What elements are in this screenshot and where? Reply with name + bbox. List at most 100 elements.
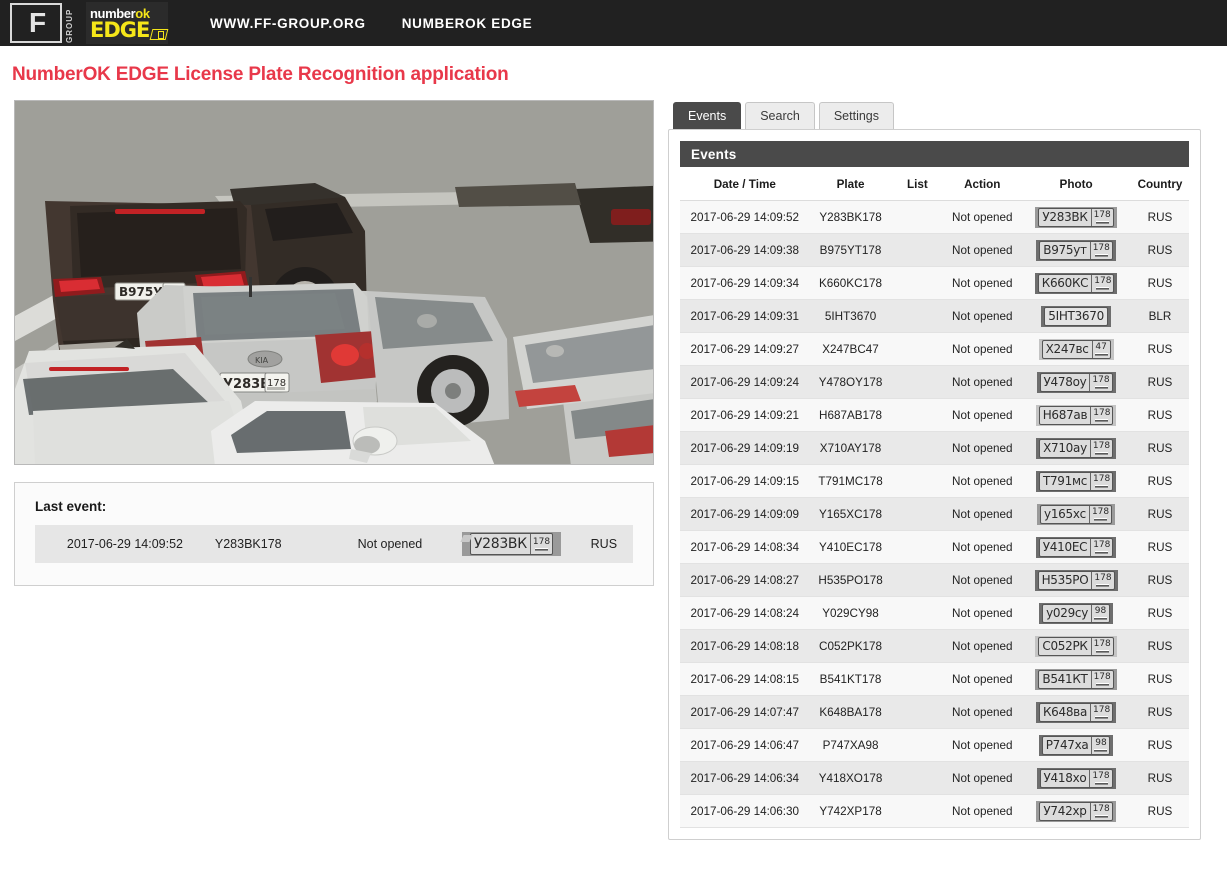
cell-photo[interactable]: У283ВК 178 <box>1021 200 1132 234</box>
cell-list <box>891 365 944 399</box>
cell-country: RUS <box>1131 332 1189 366</box>
last-event-photo[interactable]: У283ВК 178 <box>448 532 574 556</box>
table-row[interactable]: 2017-06-29 14:08:27 H535PO178 Not opened Н5… <box>680 563 1189 597</box>
cell-photo[interactable]: К660КС 178 <box>1021 266 1132 300</box>
plate-thumbnail: Х247вс 47 <box>1038 338 1114 360</box>
cell-action: Not opened <box>943 431 1022 465</box>
cell-datetime: 2017-06-29 14:08:27 <box>680 563 810 597</box>
cell-action: Not opened <box>943 563 1022 597</box>
column-header-datetime[interactable]: Date / Time <box>680 167 810 201</box>
cell-plate: H535PO178 <box>809 563 892 597</box>
plate-thumbnail-inner: у029су 98 <box>1042 603 1111 623</box>
table-row[interactable]: 2017-06-29 14:08:24 Y029CY98 Not opened у02… <box>680 596 1189 630</box>
cell-photo[interactable]: у165хс 178 <box>1021 497 1132 531</box>
table-row[interactable]: 2017-06-29 14:09:38 B975YT178 Not opened В9… <box>680 233 1189 267</box>
table-row[interactable]: 2017-06-29 14:09:19 X710AY178 Not opened Х7… <box>680 431 1189 465</box>
plate-thumbnail-inner: К660КС 178 <box>1037 273 1115 293</box>
cell-action: Not opened <box>943 464 1022 498</box>
table-row[interactable]: 2017-06-29 14:09:34 K660KC178 Not opened К6… <box>680 266 1189 300</box>
cell-list <box>891 695 944 729</box>
cell-photo[interactable]: у029су 98 <box>1021 596 1132 630</box>
cell-list <box>891 728 944 762</box>
table-row[interactable]: 2017-06-29 14:06:34 Y418XO178 Not opened У4… <box>680 761 1189 795</box>
plate-thumbnail-text: У283ВК <box>473 536 527 552</box>
plate-thumbnail-inner: Р747ха 98 <box>1041 735 1111 755</box>
plate-thumbnail-flag-icon <box>1094 814 1108 818</box>
plate-thumbnail-inner: К648ва 178 <box>1038 702 1114 722</box>
table-row[interactable]: 2017-06-29 14:09:31 5IHT3670 Not opened 5ІН… <box>680 299 1189 333</box>
table-row[interactable]: 2017-06-29 14:08:15 B541KT178 Not opened В5… <box>680 662 1189 696</box>
cell-photo[interactable]: Н535РО 178 <box>1021 563 1132 597</box>
column-header-action[interactable]: Action <box>943 167 1022 201</box>
cell-photo[interactable]: Р747ха 98 <box>1021 728 1132 762</box>
right-column: Events Search Settings Events Date / Tim… <box>660 86 1205 840</box>
plate-thumbnail-text: Р747ха <box>1045 738 1089 752</box>
cell-action: Not opened <box>943 662 1022 696</box>
tab-settings[interactable]: Settings <box>818 102 894 129</box>
plate-thumbnail-flag-icon <box>1095 550 1109 554</box>
cell-action: Not opened <box>943 299 1022 333</box>
column-header-list[interactable]: List <box>891 167 944 201</box>
plate-thumbnail-inner: У418хо 178 <box>1039 768 1113 788</box>
camera-live-view[interactable]: В975УТ 178 <box>14 100 654 465</box>
cell-photo[interactable]: Х247вс 47 <box>1021 332 1132 366</box>
plate-thumbnail-flag-icon <box>1095 649 1109 653</box>
cell-photo[interactable]: С052РК 178 <box>1021 629 1132 663</box>
table-row[interactable]: 2017-06-29 14:08:34 Y410EC178 Not opened У4… <box>680 530 1189 564</box>
table-row[interactable]: 2017-06-29 14:09:52 Y283BK178 Not opened У2… <box>680 200 1189 234</box>
plate-thumbnail: Н535РО 178 <box>1034 569 1118 591</box>
plate-thumbnail-text: Х710ау <box>1043 441 1087 455</box>
table-row[interactable]: 2017-06-29 14:08:18 C052PK178 Not opened С0… <box>680 629 1189 663</box>
table-row[interactable]: 2017-06-29 14:09:09 Y165XC178 Not opened у1… <box>680 497 1189 531</box>
last-event-plate: Y283BK178 <box>214 537 282 551</box>
nav-link-ff-group[interactable]: WWW.FF-GROUP.ORG <box>210 16 366 31</box>
plate-thumbnail-flag-icon <box>1095 484 1109 488</box>
cell-datetime: 2017-06-29 14:06:47 <box>680 728 810 762</box>
table-row[interactable]: 2017-06-29 14:09:21 H687AB178 Not opened Н6… <box>680 398 1189 432</box>
cell-list <box>891 464 944 498</box>
cell-photo[interactable]: К648ва 178 <box>1021 695 1132 729</box>
cell-photo[interactable]: У742хр 178 <box>1021 794 1132 828</box>
cell-datetime: 2017-06-29 14:09:52 <box>680 200 810 234</box>
cell-country: BLR <box>1131 299 1189 333</box>
cell-list <box>891 332 944 366</box>
events-table: Date / Time Plate List Action Photo Coun… <box>680 167 1189 828</box>
cell-photo[interactable]: Х710ау 178 <box>1021 431 1132 465</box>
cell-photo[interactable]: У418хо 178 <box>1021 761 1132 795</box>
cell-plate: Y478OY178 <box>809 365 892 399</box>
last-event-country: RUS <box>590 537 618 551</box>
cell-photo[interactable]: Т791мс 178 <box>1021 464 1132 498</box>
column-header-plate[interactable]: Plate <box>809 167 892 201</box>
cell-country: RUS <box>1131 497 1189 531</box>
cell-datetime: 2017-06-29 14:06:34 <box>680 761 810 795</box>
plate-thumbnail-text: К648ва <box>1042 705 1088 719</box>
cell-photo[interactable]: У478оу 178 <box>1021 365 1132 399</box>
plate-thumbnail-text: В541КТ <box>1042 672 1088 686</box>
cell-list <box>891 794 944 828</box>
plate-thumbnail-region: 178 <box>1090 538 1112 556</box>
tab-events[interactable]: Events <box>673 102 742 129</box>
column-header-photo[interactable]: Photo <box>1021 167 1132 201</box>
cell-photo[interactable]: У410ЕС 178 <box>1021 530 1132 564</box>
nav-link-numberok-edge[interactable]: NUMBEROK EDGE <box>402 16 533 31</box>
cell-photo[interactable]: В975ут 178 <box>1021 233 1132 267</box>
table-row[interactable]: 2017-06-29 14:09:27 X247BC47 Not opened Х24… <box>680 332 1189 366</box>
cell-datetime: 2017-06-29 14:09:31 <box>680 299 810 333</box>
last-event-row[interactable]: 2017-06-29 14:09:52 Y283BK178 Not opened… <box>35 525 633 563</box>
tab-search[interactable]: Search <box>745 102 815 129</box>
table-row[interactable]: 2017-06-29 14:09:15 T791MC178 Not opened Т7… <box>680 464 1189 498</box>
table-row[interactable]: 2017-06-29 14:06:30 Y742XP178 Not opened У7… <box>680 794 1189 828</box>
cell-photo[interactable]: 5ІНТ3670 <box>1021 299 1132 333</box>
table-row[interactable]: 2017-06-29 14:07:47 K648BA178 Not opened К6… <box>680 695 1189 729</box>
cell-plate: B541KT178 <box>809 662 892 696</box>
plate-thumbnail-inner: Н687ав 178 <box>1038 405 1114 425</box>
cell-photo[interactable]: Н687ав 178 <box>1021 398 1132 432</box>
cell-photo[interactable]: В541КТ 178 <box>1021 662 1132 696</box>
column-header-country[interactable]: Country <box>1131 167 1189 201</box>
cell-plate: Y418XO178 <box>809 761 892 795</box>
cell-action: Not opened <box>943 497 1022 531</box>
plate-thumbnail-region: 178 <box>1090 406 1112 424</box>
plate-thumbnail: У742хр 178 <box>1036 800 1116 822</box>
table-row[interactable]: 2017-06-29 14:06:47 P747XA98 Not opened Р74… <box>680 728 1189 762</box>
table-row[interactable]: 2017-06-29 14:09:24 Y478OY178 Not opened У4… <box>680 365 1189 399</box>
